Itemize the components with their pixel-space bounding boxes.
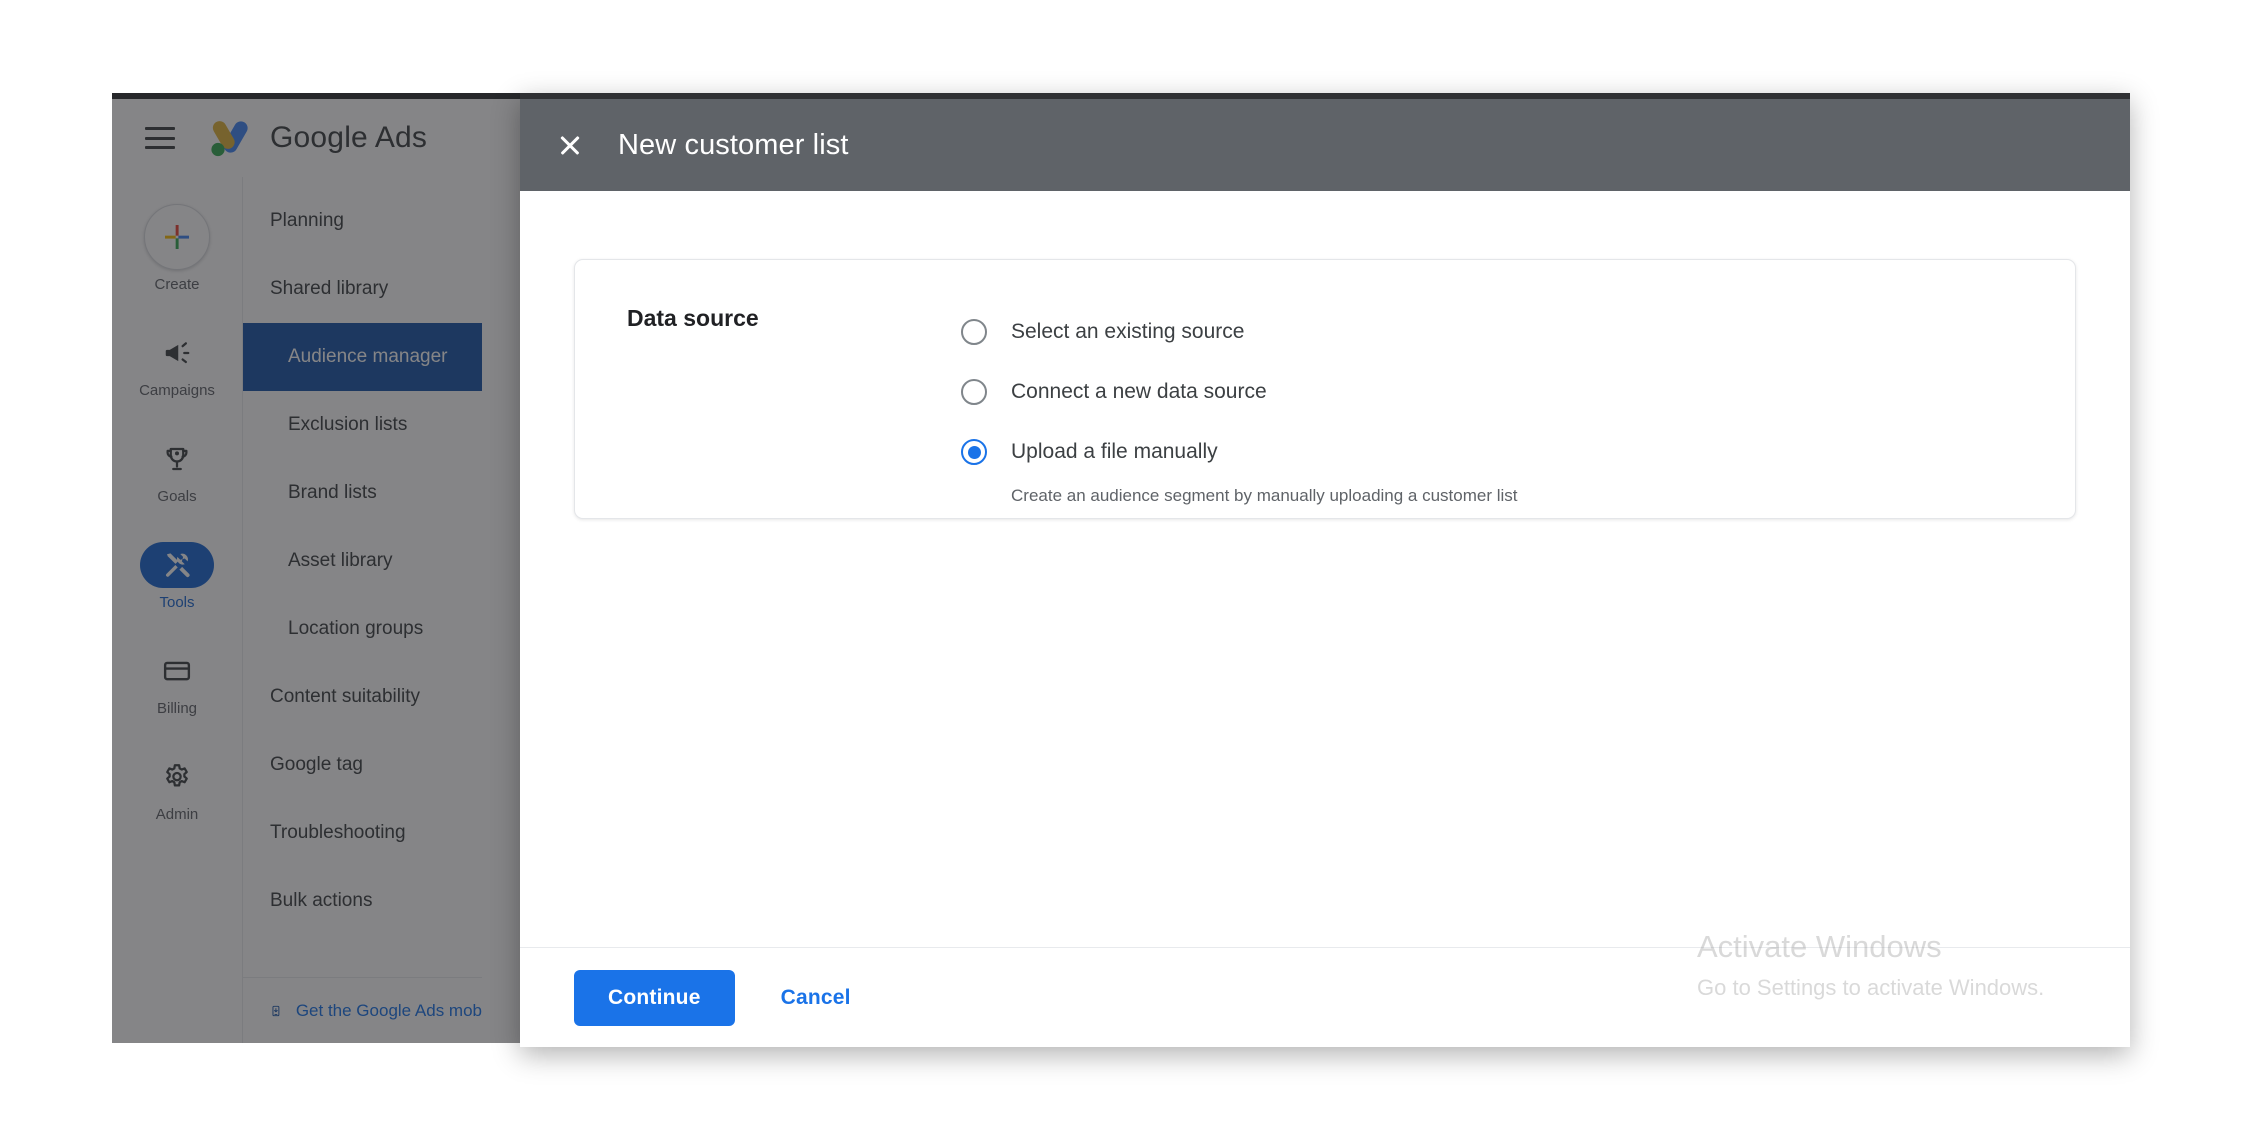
upload-file-help-text: Create an audience segment by manually u… — [1011, 486, 1518, 505]
dialog-footer: Continue Cancel — [520, 947, 2130, 1047]
data-source-radio-group: Select an existing source Connect a new … — [961, 302, 2075, 506]
cancel-button[interactable]: Cancel — [781, 986, 851, 1010]
nav-item-troubleshooting[interactable]: Troubleshooting — [243, 799, 482, 867]
rail-item-create[interactable]: Create — [112, 195, 242, 301]
rail-item-tools[interactable]: Tools — [112, 533, 242, 619]
nav-item-location-groups[interactable]: Location groups — [243, 595, 482, 663]
radio-icon-checked — [961, 439, 987, 465]
rail-label-tools: Tools — [159, 594, 195, 611]
nav-item-shared-library[interactable]: Shared library — [243, 255, 482, 323]
credit-card-icon — [140, 648, 214, 694]
rail-label-goals: Goals — [157, 488, 197, 505]
data-source-label: Data source — [627, 305, 759, 331]
rail-label-admin: Admin — [155, 806, 199, 823]
radio-option-upload-file-manually[interactable]: Upload a file manually — [961, 422, 2075, 482]
dialog-title: New customer list — [618, 128, 849, 161]
screen: Google Ads Create Campaigns Goals Tools … — [0, 0, 2245, 1134]
nav-item-bulk-actions[interactable]: Bulk actions — [243, 867, 482, 935]
radio-label-upload-file-manually: Upload a file manually — [1011, 440, 1218, 463]
rail-item-admin[interactable]: Admin — [112, 745, 242, 831]
radio-icon-unchecked — [961, 319, 987, 345]
data-source-card: Data source Select an existing source Co… — [574, 259, 2076, 519]
radio-option-select-existing-source[interactable]: Select an existing source — [961, 302, 2075, 362]
gear-icon — [140, 754, 214, 800]
get-mobile-app-label: Get the Google Ads mob — [295, 1000, 482, 1020]
rail-label-create: Create — [154, 276, 200, 293]
close-icon[interactable] — [556, 131, 584, 159]
radio-label-select-existing-source: Select an existing source — [1011, 320, 1245, 343]
rail-item-goals[interactable]: Goals — [112, 427, 242, 513]
nav-item-google-tag[interactable]: Google tag — [243, 731, 482, 799]
section-nav: Planning Shared library Audience manager… — [242, 177, 482, 1043]
icon-rail: Create Campaigns Goals Tools Billing Adm… — [112, 177, 242, 1043]
rail-item-billing[interactable]: Billing — [112, 639, 242, 725]
brand: Google Ads — [207, 118, 427, 158]
mobile-download-icon — [272, 1005, 280, 1016]
trophy-icon — [140, 436, 214, 482]
hamburger-icon[interactable] — [145, 127, 175, 149]
megaphone-icon — [140, 330, 214, 376]
nav-item-content-suitability[interactable]: Content suitability — [243, 663, 482, 731]
radio-label-connect-new-data-source: Connect a new data source — [1011, 380, 1267, 403]
radio-icon-unchecked — [961, 379, 987, 405]
nav-item-asset-library[interactable]: Asset library — [243, 527, 482, 595]
nav-item-audience-manager[interactable]: Audience manager — [243, 323, 482, 391]
radio-option-connect-new-data-source[interactable]: Connect a new data source — [961, 362, 2075, 422]
rail-label-campaigns: Campaigns — [139, 382, 215, 399]
rail-item-campaigns[interactable]: Campaigns — [112, 321, 242, 407]
nav-item-planning[interactable]: Planning — [243, 187, 482, 255]
plus-icon — [144, 204, 210, 270]
brand-title: Google Ads — [270, 121, 428, 154]
get-mobile-app-link[interactable]: Get the Google Ads mob — [243, 977, 482, 1043]
new-customer-list-dialog: New customer list Data source Select an … — [520, 93, 2130, 1047]
google-ads-logo-icon — [211, 121, 248, 157]
rail-label-billing: Billing — [156, 700, 198, 717]
continue-button[interactable]: Continue — [574, 969, 735, 1026]
nav-item-exclusion-lists[interactable]: Exclusion lists — [243, 391, 482, 459]
dialog-header: New customer list — [520, 99, 2130, 191]
tools-icon — [140, 542, 214, 588]
dialog-body: Data source Select an existing source Co… — [520, 191, 2130, 953]
nav-item-brand-lists[interactable]: Brand lists — [243, 459, 482, 527]
